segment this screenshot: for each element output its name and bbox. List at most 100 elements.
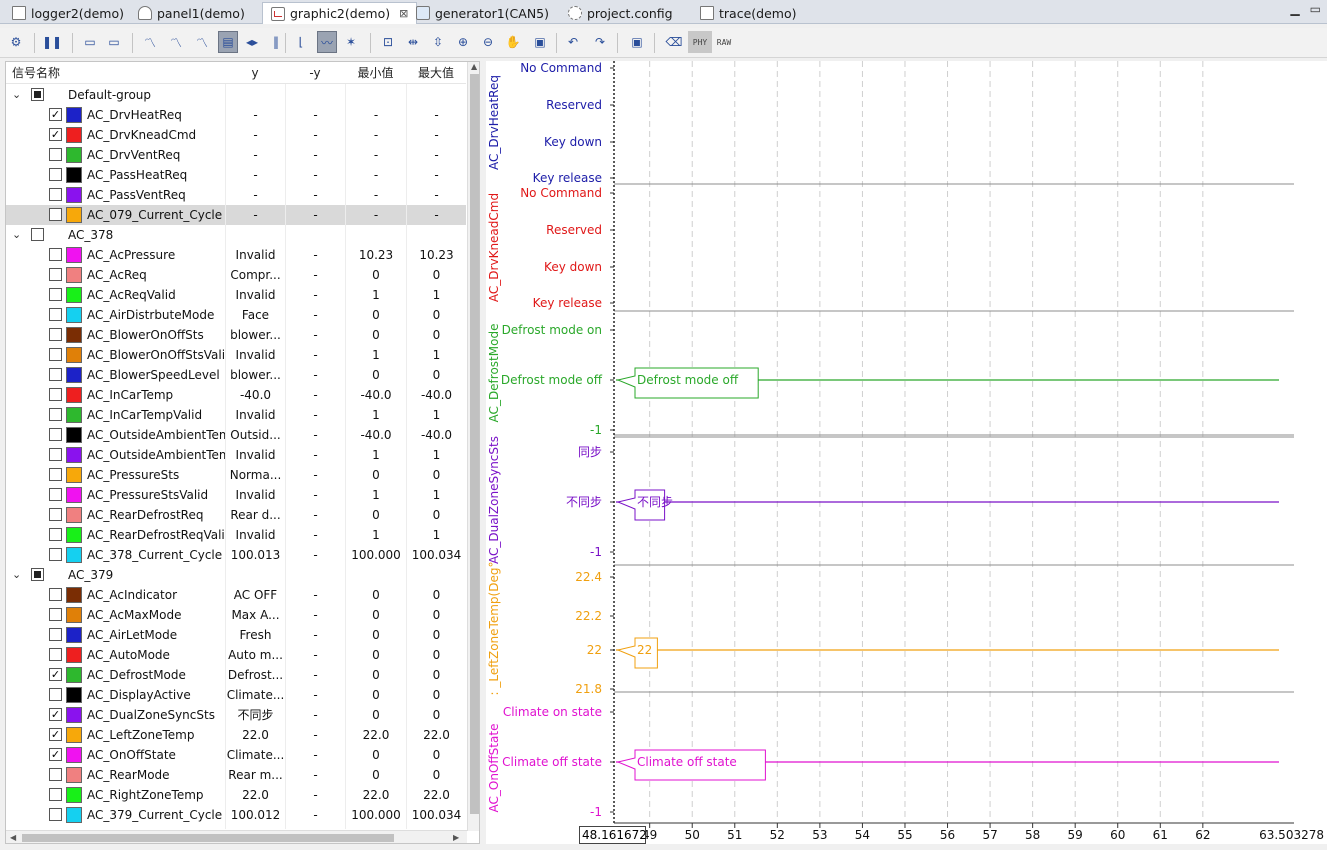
vertical-scroll-thumb[interactable] [470, 74, 479, 814]
signal-checkbox[interactable] [49, 508, 62, 521]
signal-color-swatch[interactable] [66, 487, 82, 503]
signal-checkbox[interactable] [49, 188, 62, 201]
horizontal-scrollbar[interactable]: ◀ ▶ [6, 830, 467, 843]
signal-checkbox[interactable] [49, 488, 62, 501]
signal-checkbox[interactable]: ✓ [49, 128, 62, 141]
expand-chevron-icon[interactable]: ⌄ [12, 225, 24, 245]
horizontal-fit-icon[interactable]: ⇹ [403, 31, 423, 53]
signal-row[interactable]: AC_OutsideAmbientTempValidInvalid-11 [6, 445, 466, 465]
column-header[interactable]: 最大值 [406, 62, 466, 84]
signal-row[interactable]: ✓ AC_DefrostMode Defrost... -0 0 [6, 665, 466, 685]
signal-color-swatch[interactable] [66, 587, 82, 603]
signal-row[interactable]: AC_BlowerSpeedLevel blower... -0 0 [6, 365, 466, 385]
signal-color-swatch[interactable] [66, 467, 82, 483]
signal-color-swatch[interactable] [66, 727, 82, 743]
signal-row[interactable]: AC_AcReq Compr... -0 0 [6, 265, 466, 285]
signal-remove-icon[interactable]: 〽 [166, 31, 186, 53]
cursor-split-icon[interactable]: ◂▸ [242, 31, 262, 53]
signal-color-swatch[interactable] [66, 507, 82, 523]
graph-area[interactable]: AC_DrvHeatReq No Command Reserved Key down K… [486, 61, 1327, 844]
eraser-icon[interactable]: ⌫ [664, 31, 684, 53]
vertical-scrollbar[interactable]: ▲ [467, 62, 479, 831]
layout-stack-icon[interactable]: ▤ [218, 31, 238, 53]
tab-trace-demo-[interactable]: trace(demo) [692, 2, 804, 24]
vertical-fit-icon[interactable]: ⇳ [428, 31, 448, 53]
minimize-icon[interactable]: ▁ [1290, 2, 1299, 16]
scroll-left-icon[interactable]: ◀ [10, 833, 16, 842]
signal-row[interactable]: AC_AcPressure Invalid -10.23 10.23 [6, 245, 466, 265]
signal-checkbox[interactable] [49, 808, 62, 821]
signal-color-swatch[interactable] [66, 527, 82, 543]
marker-icon[interactable]: ✶ [341, 31, 361, 53]
graph-canvas[interactable]: AC_DrvHeatReq No Command Reserved Key down K… [486, 61, 1327, 844]
signal-color-swatch[interactable] [66, 667, 82, 683]
signal-checkbox[interactable] [49, 768, 62, 781]
column-header[interactable]: y [225, 62, 285, 84]
signal-color-swatch[interactable] [66, 647, 82, 663]
column-header[interactable]: -y [285, 62, 345, 84]
signal-row[interactable]: AC_AutoMode Auto m... -0 0 [6, 645, 466, 665]
signal-color-swatch[interactable] [66, 687, 82, 703]
signal-panel[interactable]: AC_DualZoneSyncSts 同步不同步 -1 不同步 [487, 434, 1294, 564]
signal-color-swatch[interactable] [66, 747, 82, 763]
signal-row[interactable]: ✓ AC_DrvKneadCmd - - - - [6, 125, 466, 145]
signal-row[interactable]: AC_InCarTempValid Invalid -1 1 [6, 405, 466, 425]
signal-row[interactable]: AC_AcMaxMode Max A... -0 0 [6, 605, 466, 625]
signal-panel[interactable]: AC_DefrostMode Defrost mode on Defrost mod… [487, 310, 1294, 437]
fit-all-icon[interactable]: ⊡ [378, 31, 398, 53]
group-checkbox[interactable] [31, 228, 44, 241]
signal-panel[interactable]: AC_DrvHeatReq No Command Reserved Key down K… [487, 61, 614, 185]
signal-checkbox[interactable] [49, 288, 62, 301]
clear-graph-icon[interactable]: ▣ [530, 31, 550, 53]
signal-color-swatch[interactable] [66, 267, 82, 283]
signal-panel[interactable]: AC_DrvKneadCmd No Command Reserved Key down… [487, 183, 1294, 310]
signal-checkbox[interactable] [49, 628, 62, 641]
scroll-right-icon[interactable]: ▶ [453, 833, 459, 842]
signal-checkbox[interactable] [49, 528, 62, 541]
signal-panel[interactable]: AC_OnOffStateClimate on state Climate off… [487, 691, 1294, 819]
axis-icon[interactable]: ⌊ [291, 31, 311, 53]
signal-row[interactable]: AC_InCarTemp -40.0- -40.0 -40.0 [6, 385, 466, 405]
signal-color-swatch[interactable] [66, 367, 82, 383]
group-checkbox[interactable] [31, 568, 44, 581]
tab-generator1-can5-[interactable]: generator1(CAN5) [408, 2, 557, 24]
signal-checkbox[interactable] [49, 588, 62, 601]
signal-checkbox[interactable] [49, 468, 62, 481]
zoom-out-icon[interactable]: ⊖ [478, 31, 498, 53]
raw-mode-button[interactable]: RAW [712, 31, 736, 53]
signal-row[interactable]: AC_079_Current_Cycle - - - - [6, 205, 466, 225]
signal-color-swatch[interactable] [66, 187, 82, 203]
signal-row[interactable]: AC_379_Current_Cycle 100.012-100.000 100.0… [6, 805, 466, 825]
signal-checkbox[interactable] [49, 168, 62, 181]
signal-color-swatch[interactable] [66, 327, 82, 343]
signal-row[interactable]: AC_DrvVentReq - - - - [6, 145, 466, 165]
phy-mode-button[interactable]: PHY [688, 31, 712, 53]
signal-checkbox[interactable] [49, 248, 62, 261]
maximize-icon[interactable]: ▭ [1310, 2, 1321, 16]
signal-row[interactable]: AC_RearDefrostReq Rear d... -0 0 [6, 505, 466, 525]
signal-row[interactable]: AC_AirDistrbuteMode Face -0 0 [6, 305, 466, 325]
group-checkbox[interactable] [31, 88, 44, 101]
signal-row[interactable]: AC_AcReqValid Invalid -1 1 [6, 285, 466, 305]
signal-color-swatch[interactable] [66, 127, 82, 143]
pause-recording-icon[interactable]: ❚❚ [42, 31, 62, 53]
signal-checkbox[interactable] [49, 608, 62, 621]
tab-project-config[interactable]: project.config [560, 2, 681, 24]
signal-checkbox[interactable] [49, 448, 62, 461]
signal-row[interactable]: AC_AirLetMode Fresh -0 0 [6, 625, 466, 645]
signal-row[interactable]: AC_RearDefrostReqValid Invalid -1 1 [6, 525, 466, 545]
expand-chevron-icon[interactable]: ⌄ [12, 565, 24, 585]
signal-checkbox[interactable] [49, 688, 62, 701]
scroll-up-icon[interactable]: ▲ [471, 62, 477, 71]
signal-row[interactable]: ✓ AC_DualZoneSyncSts 不同步 -0 0 [6, 705, 466, 725]
signal-color-swatch[interactable] [66, 307, 82, 323]
signal-color-swatch[interactable] [66, 207, 82, 223]
signal-color-swatch[interactable] [66, 787, 82, 803]
signal-color-swatch[interactable] [66, 447, 82, 463]
expand-chevron-icon[interactable]: ⌄ [12, 85, 24, 105]
signal-row[interactable]: ✓ AC_DrvHeatReq - - - - [6, 105, 466, 125]
signal-row[interactable]: AC_PressureSts Norma... -0 0 [6, 465, 466, 485]
signal-checkbox[interactable] [49, 368, 62, 381]
signal-color-swatch[interactable] [66, 107, 82, 123]
signal-color-swatch[interactable] [66, 347, 82, 363]
